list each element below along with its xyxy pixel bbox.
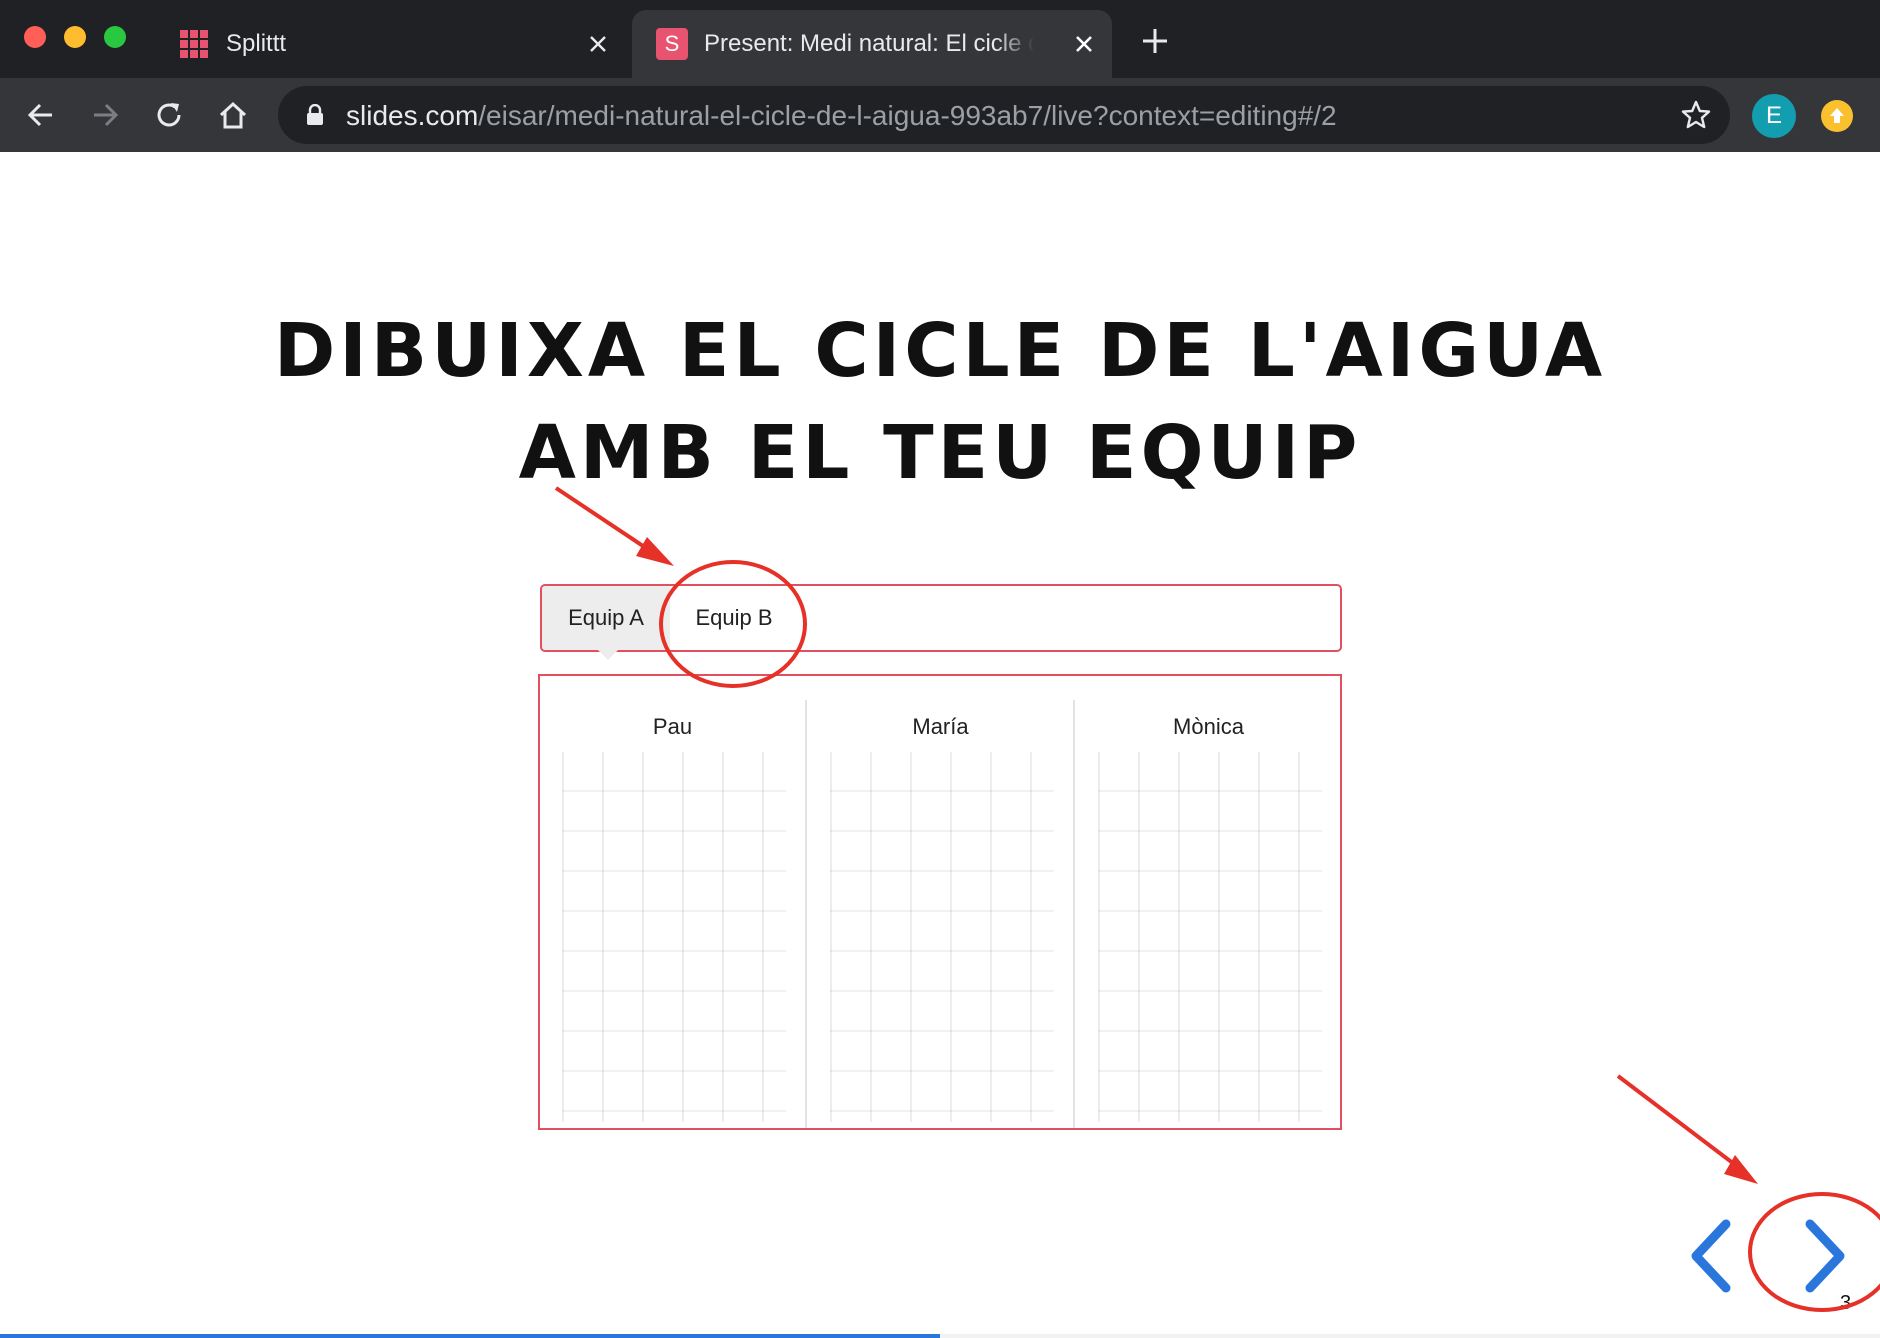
column-divider	[1073, 700, 1075, 1128]
close-window-button[interactable]	[24, 26, 46, 48]
member-name: María	[912, 714, 969, 739]
minimize-window-button[interactable]	[64, 26, 86, 48]
slide-number: 3	[1840, 1292, 1852, 1314]
url-path: /eisar/medi-natural-el-cicle-de-l-aigua-…	[478, 100, 1337, 131]
grid-favicon-icon	[180, 30, 208, 58]
forward-arrow-icon[interactable]	[86, 96, 124, 134]
team-drawing-board: Pau María Mònica	[538, 674, 1342, 1130]
member-canvas-pau[interactable]: Pau	[540, 700, 805, 1128]
team-tab-a[interactable]: Equip A	[542, 586, 670, 660]
team-tab-label: Equip B	[695, 605, 773, 630]
back-arrow-icon[interactable]	[22, 96, 60, 134]
close-icon[interactable]	[1072, 32, 1096, 56]
selected-caret-icon	[598, 650, 618, 660]
slide-title-line-2: AMB EL TEU EQUIP	[518, 410, 1362, 496]
tab-title: Present: Medi natural: El cicle de l'aig…	[704, 30, 1034, 57]
update-icon[interactable]	[1821, 100, 1853, 132]
browser-tabstrip: Splittt S Present: Medi natural: El cicl…	[0, 0, 1880, 78]
slides-favicon-icon: S	[656, 28, 688, 60]
zoom-window-button[interactable]	[104, 26, 126, 48]
new-tab-plus-icon[interactable]	[1138, 24, 1172, 58]
annotation-arrowhead	[1724, 1155, 1758, 1184]
member-canvas-maria[interactable]: María	[808, 700, 1073, 1128]
arrow-up-icon	[1830, 108, 1844, 123]
team-tab-label: Equip A	[568, 605, 644, 630]
annotation-arrowhead	[636, 537, 674, 566]
bookmark-star-icon[interactable]	[1680, 99, 1712, 131]
member-canvas-monica[interactable]: Mònica	[1076, 700, 1341, 1128]
team-tabs-bar: Equip A Equip B	[540, 584, 1342, 660]
browser-toolbar: slides.com/eisar/medi-natural-el-cicle-d…	[0, 78, 1880, 152]
previous-slide-chevron-icon[interactable]	[1682, 1216, 1742, 1296]
lock-icon	[307, 104, 323, 125]
tab-title: Splittt	[226, 30, 287, 57]
column-divider	[805, 700, 807, 1128]
slide-title-line-1: DIBUIXA EL CICLE DE L'AIGUA	[273, 308, 1607, 394]
address-bar[interactable]: slides.com/eisar/medi-natural-el-cicle-d…	[278, 86, 1730, 144]
url-host: slides.com	[346, 100, 479, 131]
tab-present-slides[interactable]: S Present: Medi natural: El cicle de l'a…	[632, 10, 1112, 78]
reload-icon[interactable]	[150, 96, 188, 134]
tab-splittt[interactable]: Splittt	[166, 10, 626, 78]
url-text[interactable]: slides.com/eisar/medi-natural-el-cicle-d…	[346, 100, 1337, 132]
annotation-arrow	[1616, 1074, 1744, 1172]
slide-title: DIBUIXA EL CICLE DE L'AIGUA AMB EL TEU E…	[200, 300, 1680, 504]
drawing-grid[interactable]	[562, 752, 786, 1122]
drawing-grid[interactable]	[830, 752, 1054, 1122]
close-icon[interactable]	[586, 32, 610, 56]
team-tab-b[interactable]: Equip B	[670, 586, 798, 650]
annotation-overlay	[554, 486, 1880, 1312]
member-name: Pau	[652, 714, 693, 739]
slide-progress-bar	[0, 1334, 1880, 1338]
next-slide-chevron-icon[interactable]	[1794, 1216, 1854, 1296]
home-icon[interactable]	[214, 96, 252, 134]
profile-avatar[interactable]: E	[1752, 94, 1796, 138]
member-name: Mònica	[1173, 714, 1244, 739]
drawing-grid[interactable]	[1098, 752, 1322, 1122]
slide-progress-fill	[0, 1334, 940, 1338]
